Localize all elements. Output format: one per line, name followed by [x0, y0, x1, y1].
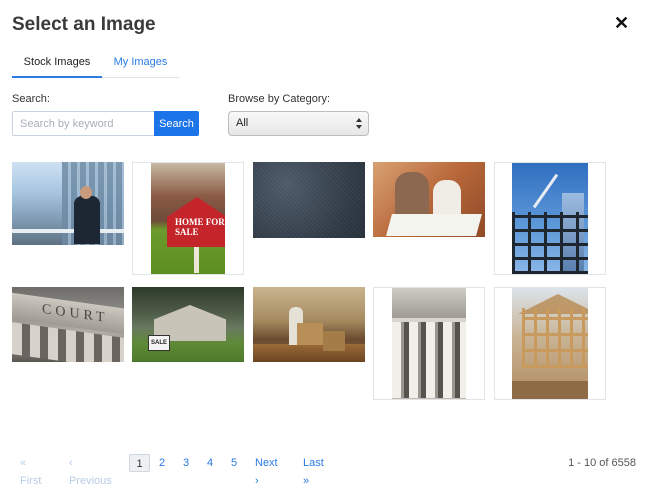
image-dark-texture [253, 162, 365, 238]
last-page-link[interactable]: Last » [303, 454, 324, 490]
image-thumbnail[interactable] [494, 162, 606, 275]
image-source-tabs: Stock Images My Images [12, 52, 179, 78]
category-selected-value: All [236, 117, 249, 129]
image-home-for-sale-sign: HOME FOR SALE [151, 163, 225, 274]
page-link-4[interactable]: 4 [207, 454, 213, 472]
next-page-link[interactable]: Next › [255, 454, 278, 490]
image-thumbnail[interactable] [12, 162, 124, 245]
sign-caption: HOME FOR SALE [175, 217, 225, 237]
image-steel-construction [512, 163, 588, 274]
image-wood-framing [512, 288, 588, 399]
image-courthouse-columns [392, 288, 466, 399]
image-thumbnail[interactable]: SALE [132, 287, 244, 362]
court-caption: COURT [42, 301, 109, 327]
category-label: Browse by Category: [228, 93, 331, 105]
image-thumbnail[interactable] [494, 287, 606, 400]
search-button[interactable]: Search [154, 111, 199, 136]
tab-my-images[interactable]: My Images [102, 52, 179, 78]
image-house-sale-sign: SALE [132, 287, 244, 362]
previous-page-link[interactable]: ‹ Previous [69, 454, 112, 490]
result-count: 1 - 10 of 6558 [568, 457, 636, 469]
search-input[interactable] [12, 111, 155, 136]
dialog-title: Select an Image [12, 14, 156, 35]
image-thumbnail[interactable] [373, 162, 485, 237]
page-link-3[interactable]: 3 [183, 454, 189, 472]
search-label: Search: [12, 93, 50, 105]
image-thumbnail[interactable] [253, 287, 365, 362]
image-thumbnail[interactable] [253, 162, 365, 238]
tab-stock-images[interactable]: Stock Images [12, 52, 102, 78]
sale-caption: SALE [148, 335, 170, 351]
page-link-2[interactable]: 2 [159, 454, 165, 472]
image-thumbnail[interactable] [373, 287, 485, 400]
page-link-1[interactable]: 1 [129, 454, 150, 472]
image-couple-blueprints [373, 162, 485, 237]
image-thumbnail[interactable]: COURT [12, 287, 124, 362]
select-arrows-icon [356, 118, 363, 130]
category-select[interactable]: All [228, 111, 369, 136]
image-thumbnail[interactable]: HOME FOR SALE [132, 162, 244, 275]
first-page-link[interactable]: « First [20, 454, 41, 490]
page-link-5[interactable]: 5 [231, 454, 237, 472]
image-courthouse: COURT [12, 287, 124, 362]
image-moving-boxes [253, 287, 365, 362]
close-icon[interactable]: ✕ [614, 13, 629, 33]
image-businessman-balcony [12, 162, 124, 245]
